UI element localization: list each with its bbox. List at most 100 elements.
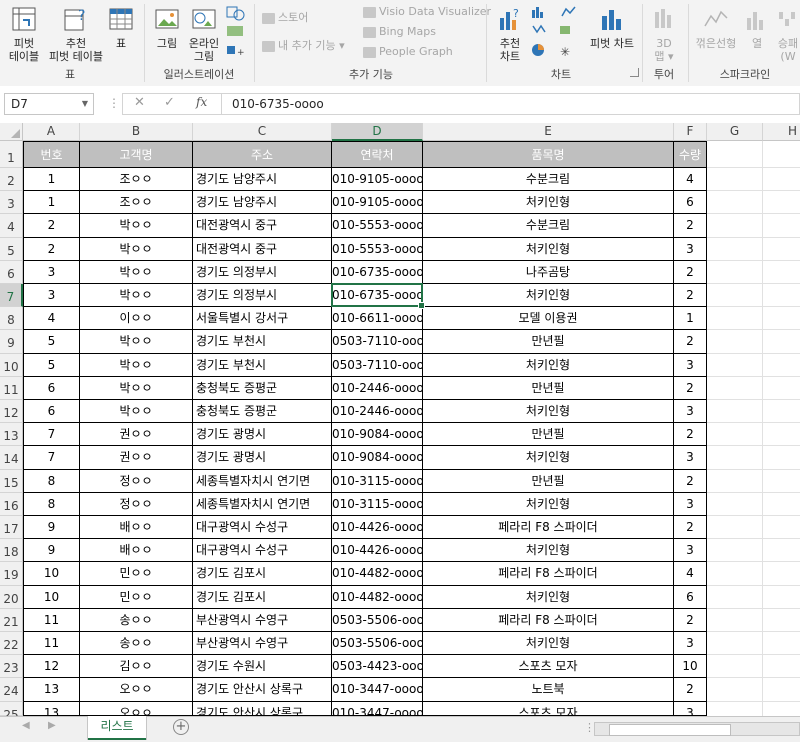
table-cell[interactable]: 10 [674, 655, 707, 679]
table-cell[interactable]: 오ㅇㅇ [80, 701, 193, 716]
table-cell[interactable]: 대구광역시 수성구 [193, 516, 332, 540]
table-cell[interactable]: 3 [674, 446, 707, 470]
table-cell[interactable]: 처키인형 [423, 539, 674, 563]
table-cell[interactable]: 1 [674, 307, 707, 331]
table-cell[interactable]: 010-3115-oooo [332, 469, 423, 493]
column-header-h[interactable]: H [763, 123, 800, 141]
table-cell[interactable]: 조ㅇㅇ [80, 191, 193, 215]
table-cell[interactable]: 만년필 [423, 376, 674, 400]
table-cell[interactable]: 수분크림 [423, 214, 674, 238]
table-cell[interactable]: 8 [23, 492, 80, 516]
table-cell[interactable]: 경기도 안산시 상록구 [193, 701, 332, 716]
table-cell[interactable]: 4 [23, 307, 80, 331]
row-header[interactable]: 2 [0, 168, 23, 192]
table-cell[interactable]: 송ㅇㅇ [80, 632, 193, 656]
table-cell[interactable]: 2 [23, 214, 80, 238]
table-cell[interactable]: 처키인형 [423, 284, 674, 308]
resize-handle-icon[interactable]: ⋮ [108, 96, 120, 110]
table-cell[interactable]: 0503-7110-oooo [332, 353, 423, 377]
table-cell[interactable]: 권ㅇㅇ [80, 446, 193, 470]
table-cell[interactable]: 박ㅇㅇ [80, 214, 193, 238]
table-cell[interactable]: 8 [23, 469, 80, 493]
3d-map-button[interactable]: 3D 맵 ▾ [646, 6, 682, 63]
table-cell[interactable]: 2 [674, 376, 707, 400]
column-header-c[interactable]: C [193, 123, 332, 141]
table-header-cell[interactable]: 고객명 [80, 141, 193, 168]
column-header-d[interactable]: D [332, 123, 423, 141]
table-cell[interactable]: 박ㅇㅇ [80, 400, 193, 424]
table-cell[interactable]: 처키인형 [423, 492, 674, 516]
row-header[interactable]: 6 [0, 260, 23, 284]
table-cell[interactable]: 0503-5506-oooo [332, 632, 423, 656]
row-header[interactable]: 17 [0, 516, 23, 540]
people-graph-button[interactable]: People Graph [363, 43, 453, 61]
column-header-b[interactable]: B [80, 123, 193, 141]
table-cell[interactable]: 9 [23, 539, 80, 563]
scrollbar-thumb[interactable] [609, 724, 731, 736]
cancel-icon[interactable]: ✕ [134, 95, 145, 110]
table-button[interactable]: 표 [106, 6, 136, 50]
table-cell[interactable]: 경기도 의정부시 [193, 284, 332, 308]
table-cell[interactable]: 처키인형 [423, 237, 674, 261]
recommended-charts-button[interactable]: ? 추천 차트 [494, 6, 526, 63]
horizontal-scrollbar[interactable] [594, 722, 800, 736]
add-sheet-icon[interactable]: + [173, 719, 189, 735]
table-cell[interactable]: 처키인형 [423, 191, 674, 215]
table-cell[interactable]: 11 [23, 632, 80, 656]
table-cell[interactable]: 배ㅇㅇ [80, 516, 193, 540]
column-header-f[interactable]: F [674, 123, 707, 141]
table-cell[interactable]: 12 [23, 655, 80, 679]
table-cell[interactable]: 2 [674, 678, 707, 702]
table-cell[interactable]: 노트북 [423, 678, 674, 702]
table-cell[interactable]: 2 [674, 330, 707, 354]
table-cell[interactable]: 페라리 F8 스파이더 [423, 562, 674, 586]
table-cell[interactable]: 1 [23, 168, 80, 192]
row-header[interactable]: 14 [0, 446, 23, 470]
table-cell[interactable]: 010-2446-oooo [332, 376, 423, 400]
table-cell[interactable]: 경기도 의정부시 [193, 260, 332, 284]
visio-button[interactable]: Visio Data Visualizer [363, 3, 491, 21]
table-header-cell[interactable]: 주소 [193, 141, 332, 168]
table-cell[interactable]: 만년필 [423, 330, 674, 354]
table-cell[interactable]: 010-9105-oooo [332, 168, 423, 192]
table-cell[interactable]: 페라리 F8 스파이더 [423, 516, 674, 540]
table-cell[interactable]: 2 [674, 260, 707, 284]
table-cell[interactable]: 010-6735-oooo [332, 260, 423, 284]
table-header-cell[interactable]: 품목명 [423, 141, 674, 168]
table-cell[interactable]: 0503-4423-oooo [332, 655, 423, 679]
column-header-a[interactable]: A [23, 123, 80, 141]
table-cell[interactable]: 경기도 부천시 [193, 353, 332, 377]
row-header[interactable]: 13 [0, 423, 23, 447]
table-cell[interactable]: 페라리 F8 스파이더 [423, 608, 674, 632]
table-cell[interactable]: 박ㅇㅇ [80, 260, 193, 284]
table-cell[interactable]: 4 [674, 562, 707, 586]
row-header[interactable]: 8 [0, 307, 23, 331]
table-cell[interactable]: 2 [674, 608, 707, 632]
table-cell[interactable]: 경기도 광명시 [193, 423, 332, 447]
table-header-cell[interactable]: 연락처 [332, 141, 423, 168]
table-cell[interactable]: 010-4482-oooo [332, 562, 423, 586]
table-cell[interactable]: 6 [23, 400, 80, 424]
table-cell[interactable]: 경기도 남양주시 [193, 168, 332, 192]
row-header[interactable]: 23 [0, 655, 23, 679]
table-cell[interactable]: 3 [674, 237, 707, 261]
table-cell[interactable]: 3 [674, 632, 707, 656]
table-cell[interactable]: 경기도 수원시 [193, 655, 332, 679]
table-cell[interactable]: 3 [674, 539, 707, 563]
table-cell[interactable]: 010-3447-oooo [332, 678, 423, 702]
table-cell[interactable]: 10 [23, 585, 80, 609]
table-cell[interactable]: 만년필 [423, 469, 674, 493]
table-cell[interactable]: 010-5553-oooo [332, 214, 423, 238]
shapes-icon[interactable]: + [226, 6, 248, 60]
table-cell[interactable]: 2 [23, 237, 80, 261]
table-cell[interactable]: 9 [23, 516, 80, 540]
row-header[interactable]: 4 [0, 214, 23, 238]
row-header[interactable]: 7 [0, 284, 23, 308]
store-button[interactable]: 스토어 [262, 9, 308, 27]
chevron-down-icon[interactable]: ▼ [82, 94, 88, 114]
table-cell[interactable]: 경기도 광명시 [193, 446, 332, 470]
table-cell[interactable]: 3 [23, 284, 80, 308]
row-header[interactable]: 11 [0, 376, 23, 400]
table-cell[interactable]: 민ㅇㅇ [80, 562, 193, 586]
insert-function-button[interactable]: fx [196, 95, 207, 109]
